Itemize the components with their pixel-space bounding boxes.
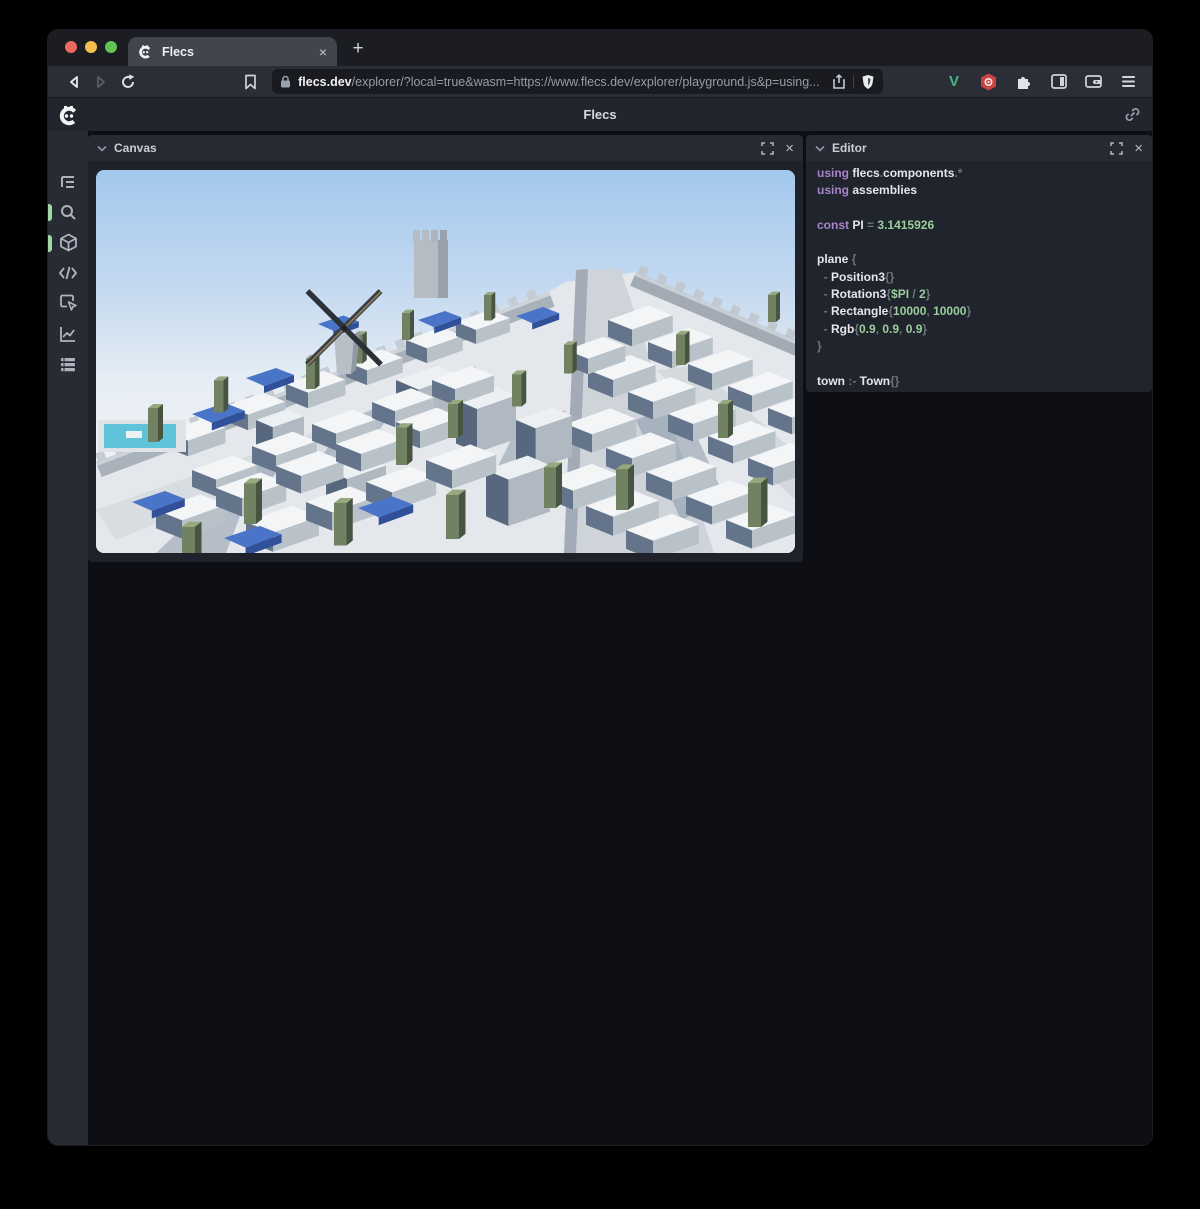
sidebar-item-stats[interactable] (57, 323, 79, 345)
tree-icon (59, 173, 77, 191)
sidebar-item-tree[interactable] (57, 171, 79, 193)
brave-shield-icon[interactable] (861, 74, 875, 90)
url-text: flecs.dev/explorer/?local=true&wasm=http… (298, 75, 826, 89)
forward-button[interactable] (87, 70, 114, 94)
new-tab-button[interactable]: + (343, 35, 373, 63)
flecs-favicon (138, 44, 153, 59)
browser-tab-flecs[interactable]: Flecs × (128, 37, 337, 66)
back-icon (67, 75, 81, 89)
zoom-window-button[interactable] (105, 41, 117, 53)
flecs-logo[interactable] (58, 104, 80, 126)
editor-panel-header[interactable]: Editor × (806, 135, 1152, 161)
sidebar-item-entities[interactable] (57, 231, 79, 253)
pool (98, 420, 186, 452)
share-link-icon[interactable] (1124, 106, 1141, 123)
red-extension-icon[interactable] (978, 71, 1000, 93)
sidebar-item-journal[interactable] (57, 353, 79, 375)
search-icon (59, 203, 77, 221)
macos-traffic-lights (65, 41, 117, 53)
editor-panel-title: Editor (832, 141, 1103, 155)
chevron-down-icon (97, 145, 107, 152)
inspect-icon (59, 294, 78, 312)
wallet-icon[interactable] (1083, 71, 1105, 93)
chart-icon (59, 325, 77, 343)
app-header: Flecs (48, 97, 1152, 131)
screenshot-stage: Flecs × + (0, 0, 1200, 1209)
editor-code[interactable]: using flecs.components.*using assemblies… (806, 161, 1152, 394)
code-icon (58, 265, 78, 281)
sidebar-item-search[interactable] (57, 201, 79, 223)
app-content: Canvas × (48, 131, 1152, 1145)
fullscreen-icon[interactable] (1110, 142, 1123, 155)
tab-title: Flecs (162, 45, 310, 59)
bookmark-icon (244, 74, 257, 90)
reload-icon (120, 74, 136, 90)
share-icon[interactable] (832, 74, 846, 90)
sidebar-item-inspect[interactable] (57, 292, 79, 314)
browser-window: Flecs × + (48, 30, 1152, 1145)
menu-hamburger-icon[interactable] (1118, 71, 1140, 93)
canvas-panel: Canvas × (88, 135, 803, 562)
sidebar-item-code[interactable] (57, 262, 79, 284)
tab-close-button[interactable]: × (319, 45, 327, 59)
reload-button[interactable] (114, 70, 141, 94)
active-indicator-entities (48, 204, 52, 221)
fullscreen-icon[interactable] (761, 142, 774, 155)
main-area: Canvas × (88, 131, 1152, 1145)
vue-devtools-icon[interactable]: V (943, 71, 965, 93)
extensions-puzzle-icon[interactable] (1013, 71, 1035, 93)
back-button[interactable] (60, 70, 87, 94)
bookmarks-button[interactable] (237, 70, 264, 94)
url-path: /explorer/?local=true&wasm=https://www.f… (352, 75, 820, 89)
page-title: Flecs (48, 107, 1152, 122)
canvas-3d-scene (96, 170, 795, 553)
left-sidebar (48, 131, 88, 1145)
canvas-panel-title: Canvas (114, 141, 754, 155)
active-indicator-code (48, 235, 52, 252)
lock-icon (280, 75, 291, 88)
browser-toolbar: flecs.dev/explorer/?local=true&wasm=http… (48, 66, 1152, 97)
close-window-button[interactable] (65, 41, 77, 53)
canvas-3d-viewport[interactable] (96, 170, 795, 553)
urlbar-divider (853, 75, 854, 89)
sidebar-toggle-icon[interactable] (1048, 71, 1070, 93)
canvas-close-button[interactable]: × (785, 141, 794, 156)
url-bar[interactable]: flecs.dev/explorer/?local=true&wasm=http… (272, 69, 883, 94)
editor-close-button[interactable]: × (1134, 141, 1143, 156)
tab-bar: Flecs × + (48, 30, 1152, 66)
editor-panel: Editor × using flecs.components.*using a… (806, 135, 1152, 392)
minimize-window-button[interactable] (85, 41, 97, 53)
tower (413, 230, 448, 298)
chevron-down-icon (815, 145, 825, 152)
extension-icons: V (943, 71, 1140, 93)
forward-icon (94, 75, 108, 89)
rows-icon (59, 356, 77, 373)
canvas-panel-header[interactable]: Canvas × (88, 135, 803, 161)
cube-icon (59, 233, 78, 252)
url-domain: flecs.dev (298, 75, 352, 89)
